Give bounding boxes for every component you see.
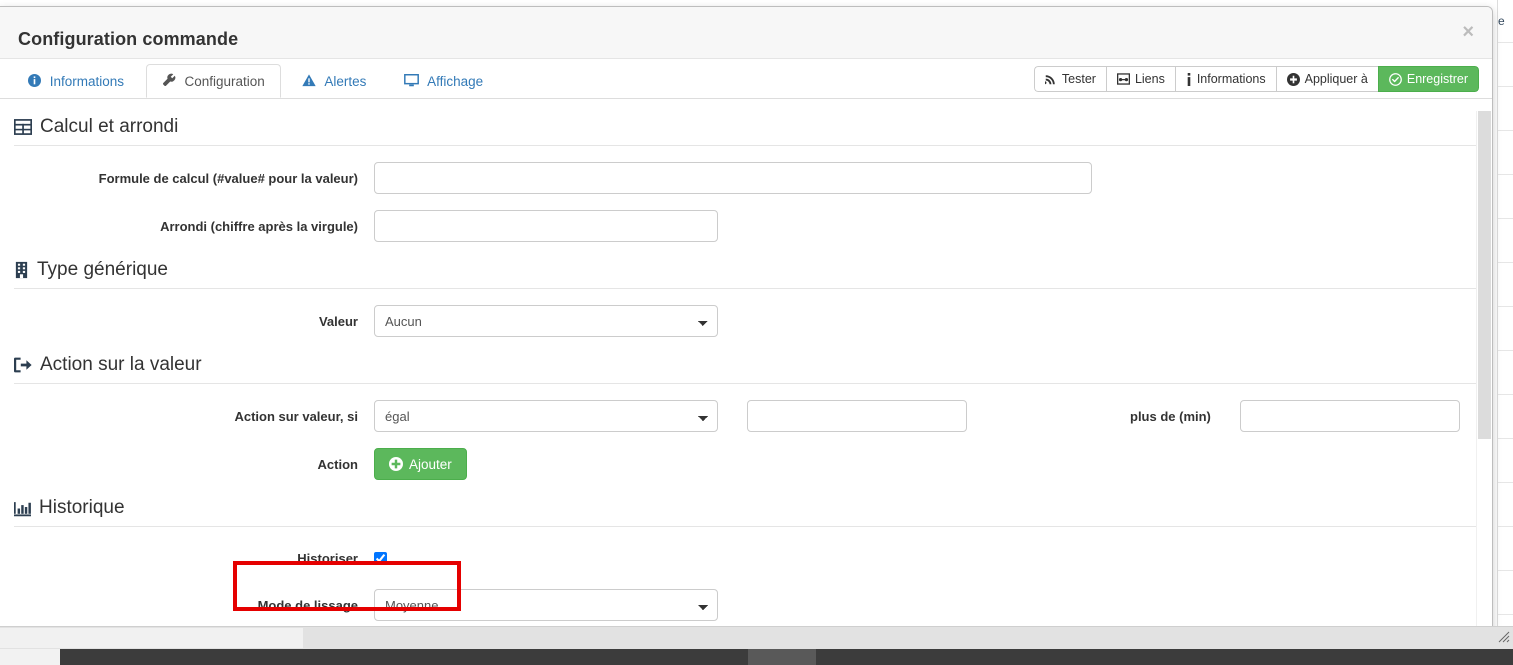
plus-de-min-input[interactable] bbox=[1239, 400, 1460, 432]
section-header-type-generique: Type générique bbox=[14, 259, 1478, 289]
ajouter-label: Ajouter bbox=[409, 456, 452, 472]
section-header-action-valeur: Action sur la valeur bbox=[14, 354, 1478, 384]
historiser-checkbox[interactable] bbox=[374, 551, 387, 565]
modal-body: Tester Liens Informations Appliquer à En… bbox=[0, 59, 1492, 647]
tab-configuration-label: Configuration bbox=[184, 74, 265, 89]
plus-circle-icon bbox=[389, 457, 403, 471]
row-action: Action Ajouter bbox=[14, 448, 1478, 480]
configuration-form: Calcul et arrondi Formule de calcul (#va… bbox=[0, 116, 1492, 621]
os-taskbar bbox=[0, 649, 1513, 665]
section-title-type-generique: Type générique bbox=[37, 259, 168, 280]
warning-triangle-icon bbox=[302, 74, 317, 87]
row-historiser: Historiser bbox=[14, 543, 1478, 573]
formule-de-calcul-label: Formule de calcul (#value# pour la valeu… bbox=[98, 170, 358, 186]
bar-chart-icon bbox=[14, 500, 31, 517]
arrondi-label: Arrondi (chiffre après la virgule) bbox=[160, 218, 358, 234]
sign-out-icon bbox=[14, 357, 32, 373]
tab-configuration[interactable]: Configuration bbox=[145, 64, 281, 98]
background-page-partial-text: e bbox=[1498, 14, 1505, 28]
section-header-calcul: Calcul et arrondi bbox=[14, 116, 1478, 146]
tab-bar: Informations Configuration Alertes Affic… bbox=[0, 64, 1492, 99]
row-mode-de-lissage: Mode de lissage Moyenne bbox=[14, 589, 1478, 621]
page-horizontal-scrollbar-thumb[interactable] bbox=[0, 628, 303, 648]
tab-affichage-label: Affichage bbox=[427, 74, 484, 89]
taskbar-start-area[interactable] bbox=[0, 649, 60, 665]
arrondi-input[interactable] bbox=[374, 210, 718, 242]
modal-header: Configuration commande × bbox=[0, 7, 1492, 59]
action-condition-value-input[interactable] bbox=[747, 400, 967, 432]
row-formule-de-calcul: Formule de calcul (#value# pour la valeu… bbox=[14, 162, 1478, 194]
tab-alertes-label: Alertes bbox=[324, 74, 367, 89]
modal-vertical-scrollbar[interactable] bbox=[1476, 111, 1492, 647]
type-generique-valeur-select[interactable]: Aucun bbox=[374, 305, 718, 337]
ajouter-button[interactable]: Ajouter bbox=[374, 448, 467, 480]
tab-informations[interactable]: Informations bbox=[12, 64, 140, 97]
tab-informations-label: Informations bbox=[49, 74, 125, 89]
tab-affichage[interactable]: Affichage bbox=[388, 64, 499, 97]
tab-alertes[interactable]: Alertes bbox=[286, 64, 382, 97]
action-condition-select[interactable]: égal bbox=[374, 400, 718, 432]
plus-de-min-label: plus de (min) bbox=[1130, 408, 1211, 424]
monitor-icon bbox=[404, 74, 419, 87]
modal-vertical-scrollbar-thumb[interactable] bbox=[1478, 111, 1491, 439]
page-title: Configuration commande bbox=[18, 29, 239, 49]
close-icon[interactable]: × bbox=[1458, 22, 1478, 42]
section-header-historique: Historique bbox=[14, 497, 1478, 527]
action-sur-valeur-si-label: Action sur valeur, si bbox=[234, 408, 358, 424]
building-icon bbox=[14, 261, 29, 279]
page-horizontal-scrollbar[interactable] bbox=[0, 626, 1513, 649]
row-action-sur-valeur-si: Action sur valeur, si égal plus de (min) bbox=[14, 400, 1478, 432]
formule-de-calcul-input[interactable] bbox=[374, 162, 1092, 194]
screen: e Configuration commande × Tester Liens … bbox=[0, 0, 1513, 665]
configuration-modal: Configuration commande × Tester Liens In… bbox=[0, 6, 1493, 648]
row-type-generique-valeur: Valeur Aucun bbox=[14, 305, 1478, 337]
resize-grip-icon[interactable] bbox=[1498, 631, 1510, 643]
action-label: Action bbox=[317, 456, 358, 472]
taskbar-window-item[interactable] bbox=[748, 649, 816, 665]
type-generique-valeur-label: Valeur bbox=[318, 313, 358, 329]
info-circle-icon bbox=[28, 74, 41, 87]
table-icon bbox=[14, 118, 32, 136]
row-arrondi: Arrondi (chiffre après la virgule) bbox=[14, 210, 1478, 242]
section-title-action-valeur: Action sur la valeur bbox=[40, 354, 202, 375]
wrench-icon bbox=[162, 73, 176, 87]
mode-de-lissage-label: Mode de lissage bbox=[257, 597, 358, 613]
section-title-historique: Historique bbox=[39, 497, 125, 518]
mode-de-lissage-select[interactable]: Moyenne bbox=[374, 589, 718, 621]
background-page: e bbox=[1497, 0, 1513, 645]
historiser-label: Historiser bbox=[297, 550, 358, 566]
section-title-calcul: Calcul et arrondi bbox=[40, 116, 179, 137]
